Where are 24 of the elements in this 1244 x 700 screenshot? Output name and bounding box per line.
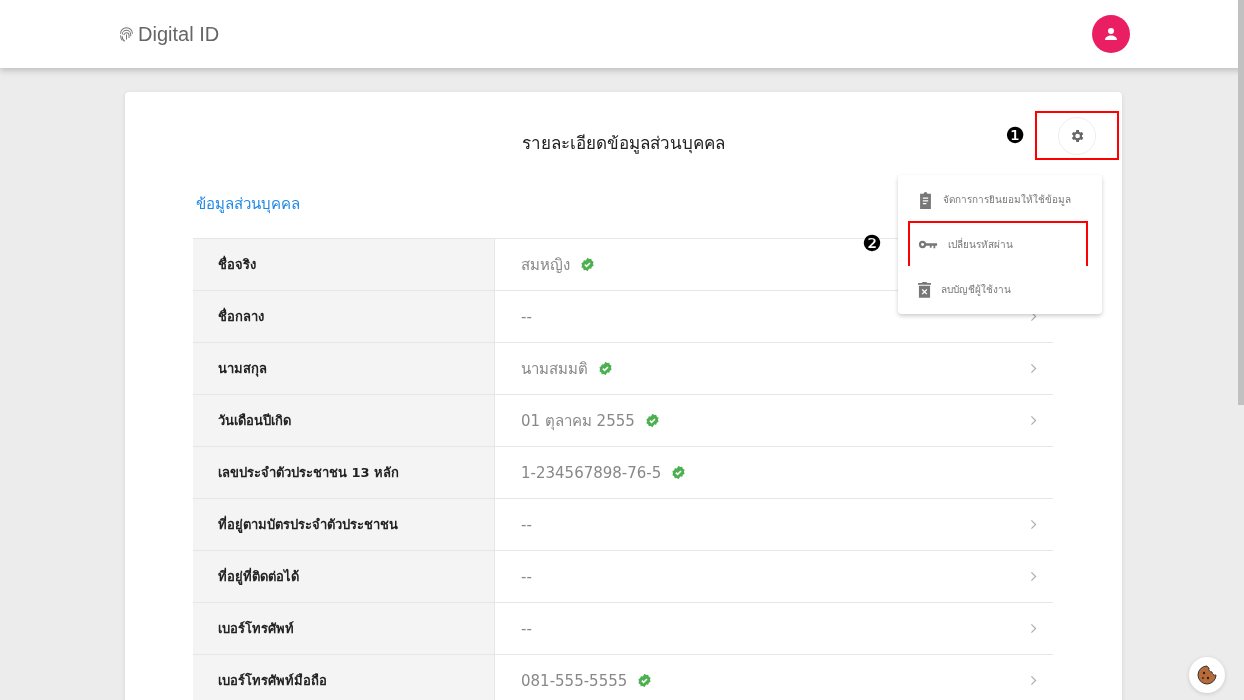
field-value: -- [521,619,532,638]
menu-item[interactable]: เปลี่ยนรหัสผ่าน [908,221,1088,268]
field-label: ชื่อกลาง [193,291,495,342]
step-number: ❷ [862,231,882,256]
field-value: 1-234567898-76-5 [521,463,662,482]
field-value: สมหญิง [521,254,570,276]
field-value: -- [521,567,532,586]
field-value: -- [521,515,532,534]
field-label: เลขประจำตัวประชาชน 13 หลัก [193,447,495,498]
field-label: นามสกุล [193,343,495,394]
field-value: 01 ตุลาคม 2555 [521,410,635,433]
field-label: วันเดือนปีเกิด [193,395,495,446]
page-title: รายละเอียดข้อมูลส่วนบุคคล [522,131,725,156]
field-value: 081-555-5555 [521,671,628,690]
app-title: Digital ID [138,22,220,46]
field-value: นามสมมติ [521,358,588,380]
field-label: เบอร์โทรศัพท์ [193,603,495,654]
section-heading: ข้อมูลส่วนบุคคล [196,194,300,216]
field-label: ที่อยู่ตามบัตรประจำตัวประชาชน [193,499,495,550]
field-label: เบอร์โทรศัพท์มือถือ [193,655,495,700]
field-label: ที่อยู่ที่ติดต่อได้ [193,551,495,602]
field-label: ชื่อจริง [193,239,495,290]
field-value: -- [521,307,532,326]
step-number: ❶ [1005,123,1025,148]
